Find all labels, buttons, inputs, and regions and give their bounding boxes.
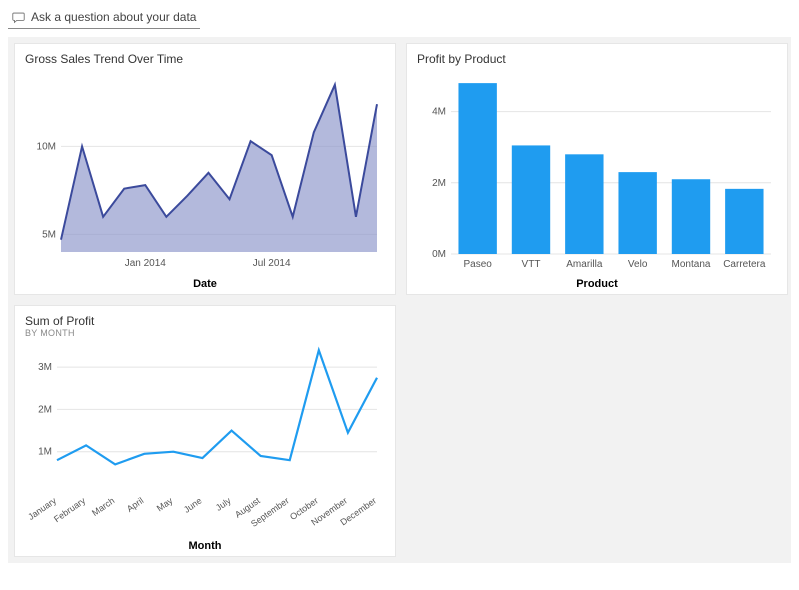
svg-text:4M: 4M (432, 107, 446, 118)
chart-subtitle: By Month (25, 328, 385, 338)
svg-text:Montana: Montana (672, 259, 711, 270)
svg-text:1M: 1M (38, 447, 52, 458)
qna-input[interactable]: Ask a question about your data (8, 8, 200, 29)
card-profit-product[interactable]: Profit by Product 0M 2M 4M Paseo VTT Amarilla… (406, 43, 788, 295)
svg-text:2M: 2M (38, 404, 52, 415)
svg-text:April: April (125, 495, 145, 514)
svg-text:VTT: VTT (522, 259, 541, 270)
line-chart: 1M2M3MJanuaryFebruaryMarchAprilMayJuneJu… (25, 338, 385, 538)
svg-text:3M: 3M (38, 362, 52, 373)
svg-text:February: February (52, 495, 88, 524)
chart-title: Profit by Product (417, 52, 777, 66)
svg-text:July: July (214, 495, 233, 513)
svg-text:Velo: Velo (628, 259, 648, 270)
svg-text:Paseo: Paseo (463, 259, 492, 270)
svg-text:March: March (90, 495, 116, 518)
svg-text:10M: 10M (37, 141, 56, 152)
svg-text:5M: 5M (42, 229, 56, 240)
svg-text:Jul 2014: Jul 2014 (253, 258, 291, 269)
card-sum-profit[interactable]: Sum of Profit By Month 1M2M3MJanuaryFebr… (14, 305, 396, 557)
svg-text:2M: 2M (432, 178, 446, 189)
svg-text:May: May (155, 495, 175, 513)
x-axis-title: Month (25, 540, 385, 552)
svg-text:Jan 2014: Jan 2014 (125, 258, 167, 269)
card-gross-sales[interactable]: Gross Sales Trend Over Time 5M 10M Jan 201… (14, 43, 396, 295)
bar-chart: 0M 2M 4M Paseo VTT Amarilla Velo Montana Carrete… (417, 66, 777, 276)
chart-title: Sum of Profit (25, 314, 385, 328)
x-axis-title: Date (25, 278, 385, 290)
area-chart: 5M 10M Jan 2014 Jul 2014 (25, 66, 385, 276)
svg-text:0M: 0M (432, 249, 446, 260)
chat-icon (12, 11, 25, 24)
x-axis-title: Product (417, 278, 777, 290)
dashboard: Gross Sales Trend Over Time 5M 10M Jan 201… (8, 37, 791, 563)
svg-text:Amarilla: Amarilla (566, 259, 603, 270)
svg-text:Carretera: Carretera (723, 259, 766, 270)
svg-text:June: June (182, 495, 204, 514)
chart-title: Gross Sales Trend Over Time (25, 52, 385, 66)
qna-placeholder: Ask a question about your data (31, 10, 196, 24)
